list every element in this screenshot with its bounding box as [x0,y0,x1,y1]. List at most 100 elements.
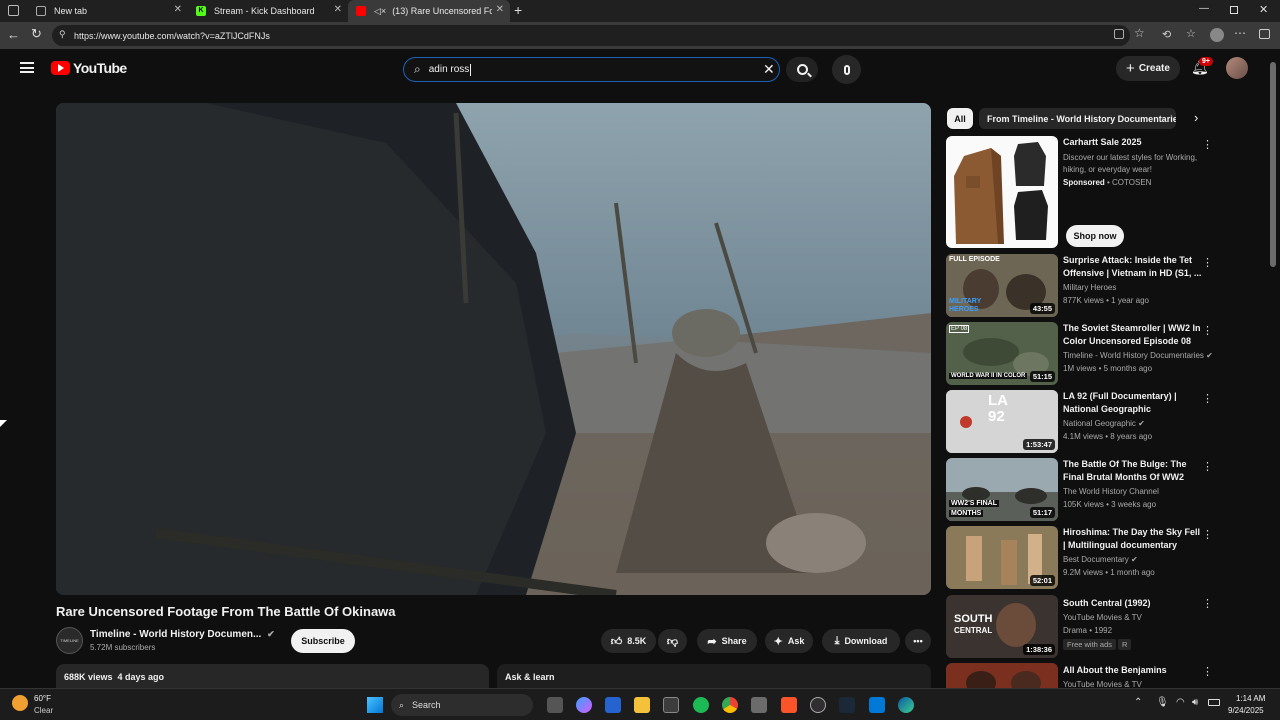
bookmark-star-icon[interactable]: ☆ [1134,26,1145,40]
vscode-icon[interactable] [869,697,885,713]
video-thumbnail[interactable]: FULL EPISODE MILITARY HEROES 43:55 [946,254,1058,317]
windows-start-icon[interactable] [367,697,383,713]
list-item[interactable]: EP 08 WORLD WAR II IN COLOR 51:15 The So… [946,322,1216,385]
edge-browser-icon[interactable] [898,697,914,713]
like-button[interactable]: 👍︎ 8.5K [601,629,656,653]
download-button[interactable]: ⤓ Download [822,629,900,653]
todo-check-icon[interactable] [605,697,621,713]
close-window-icon[interactable]: ✕ [1259,3,1268,16]
youtube-logo[interactable]: YouTube [51,60,127,76]
wifi-icon[interactable]: ◠ [1176,697,1185,708]
url-field[interactable]: ⚲ https://www.youtube.com/watch?v=aZTlJC… [52,25,1145,46]
clock-date[interactable]: 9/24/2025 [1228,706,1264,715]
minimize-window-icon[interactable]: — [1199,3,1209,14]
subscribe-button[interactable]: Subscribe [291,629,355,653]
channel-avatar[interactable]: TIMELINE [56,627,83,654]
brave-icon[interactable] [781,697,797,713]
list-item[interactable]: LA 92 1:53:47 LA 92 (Full Documentary) |… [946,390,1216,453]
video-thumbnail[interactable]: SOUTH CENTRAL 1:38:36 [946,595,1058,658]
spotify-icon[interactable] [693,697,709,713]
store-icon[interactable] [663,697,679,713]
more-vert-icon[interactable]: ⋮ [1202,460,1213,473]
sidebar-toggle-icon[interactable] [1259,29,1270,39]
tab-title: (13) Rare Uncensored Footag [392,6,493,16]
profile-avatar-icon[interactable] [1210,28,1224,42]
list-item[interactable]: WW2'S FINAL MONTHS 51:17 The Battle Of T… [946,458,1216,521]
account-avatar[interactable] [1226,57,1248,79]
more-actions-button[interactable]: ••• [905,629,931,653]
list-item[interactable]: SOUTH CENTRAL 1:38:36 South Central (199… [946,595,1216,658]
tray-overflow-icon[interactable]: ⌃ [1134,697,1142,708]
close-tab-icon[interactable]: ✕ [334,4,342,15]
chrome-icon[interactable] [722,697,738,713]
search-button[interactable] [786,57,818,82]
shop-now-button[interactable]: Shop now [1066,225,1124,247]
more-vert-icon[interactable]: ⋮ [1202,256,1213,269]
verified-check-icon: ✔ [1131,555,1138,564]
scrollbar-thumb[interactable] [1270,62,1276,267]
weather-icon[interactable] [12,695,28,711]
app-install-icon[interactable] [1114,29,1124,39]
volume-icon[interactable]: 🔊︎ [1192,697,1198,708]
chips-next-arrow-icon[interactable]: › [1194,110,1198,125]
file-explorer-icon[interactable] [634,697,650,713]
clock-time[interactable]: 1:14 AM [1236,694,1265,703]
taskbar-search-box[interactable]: ⌕ Search [391,694,533,716]
more-vert-icon[interactable]: ⋮ [1202,392,1213,405]
ad-thumbnail[interactable] [946,136,1058,248]
browser-menu-icon[interactable]: ⋯ [1234,26,1246,40]
sponsored-ad[interactable]: Carhartt Sale 2025 Discover our latest s… [946,136,1216,248]
search-input[interactable]: ⌕ adin ross ✕ [403,57,780,82]
back-arrow-icon[interactable]: ← [7,27,20,42]
video-duration: 1:38:36 [1023,644,1055,655]
extension-icon[interactable]: ⟲ [1162,28,1171,41]
favorites-icon[interactable]: ☆ [1186,27,1196,40]
more-vert-icon[interactable]: ⋮ [1202,138,1213,151]
steam-icon[interactable] [839,697,855,713]
tab-kick-dashboard[interactable]: K Stream - Kick Dashboard ✕ [188,0,348,22]
chip-from-channel[interactable]: From Timeline - World History Documentar… [979,108,1176,129]
list-item[interactable]: All About the Benjamins YouTube Movies &… [946,663,1216,688]
obs-icon[interactable] [810,697,826,713]
tab-new-tab[interactable]: New tab ✕ [28,0,188,22]
hamburger-menu-icon[interactable] [20,62,34,73]
channel-name[interactable]: Timeline - World History Documen... ✔ [90,629,275,640]
close-tab-icon[interactable]: ✕ [174,4,182,15]
more-vert-icon[interactable]: ⋮ [1202,324,1213,337]
list-item[interactable]: FULL EPISODE MILITARY HEROES 43:55 Surpr… [946,254,1216,317]
channel-name-text: Timeline - World History Documen... [90,629,262,640]
create-button[interactable]: + Create [1116,56,1180,81]
task-view-icon[interactable] [547,697,563,713]
browser-address-bar: ← ↻ ⚲ https://www.youtube.com/watch?v=aZ… [0,22,1280,49]
speaker-muted-icon[interactable]: ◁× [374,6,386,17]
microphone-tray-icon[interactable]: 🎙︎ [1156,697,1169,708]
tab-actions-icon[interactable] [8,5,19,16]
ask-button[interactable]: ✦ Ask [765,629,813,653]
clear-search-icon[interactable]: ✕ [763,61,775,78]
dislike-button[interactable]: 👎︎ [658,629,687,653]
more-vert-icon[interactable]: ⋮ [1202,665,1213,678]
video-thumbnail[interactable]: EP 08 WORLD WAR II IN COLOR 51:15 [946,322,1058,385]
reload-icon[interactable]: ↻ [31,26,42,42]
channel-name-text: Timeline - World History Documentaries [1063,351,1204,360]
tab-title: New tab [54,6,88,16]
video-thumbnail[interactable] [946,663,1058,688]
battery-icon[interactable] [1208,699,1220,706]
video-player[interactable] [56,103,931,595]
more-vert-icon[interactable]: ⋮ [1202,528,1213,541]
app-icon[interactable] [751,697,767,713]
new-tab-plus-icon[interactable]: + [514,2,522,18]
tab-youtube-video[interactable]: ◁× (13) Rare Uncensored Footag ✕ [348,0,510,22]
chip-all[interactable]: All [947,108,973,129]
video-thumbnail[interactable]: 52:01 [946,526,1058,589]
site-info-icon[interactable]: ⚲ [59,29,66,40]
video-thumbnail[interactable]: WW2'S FINAL MONTHS 51:17 [946,458,1058,521]
list-item[interactable]: 52:01 Hiroshima: The Day the Sky Fell | … [946,526,1216,589]
close-tab-icon[interactable]: ✕ [496,4,504,15]
video-thumbnail[interactable]: LA 92 1:53:47 [946,390,1058,453]
copilot-icon[interactable] [576,697,592,713]
restore-window-icon[interactable] [1230,6,1238,14]
share-button[interactable]: ➦ Share [697,629,757,653]
voice-search-button[interactable] [832,55,861,84]
more-vert-icon[interactable]: ⋮ [1202,597,1213,610]
